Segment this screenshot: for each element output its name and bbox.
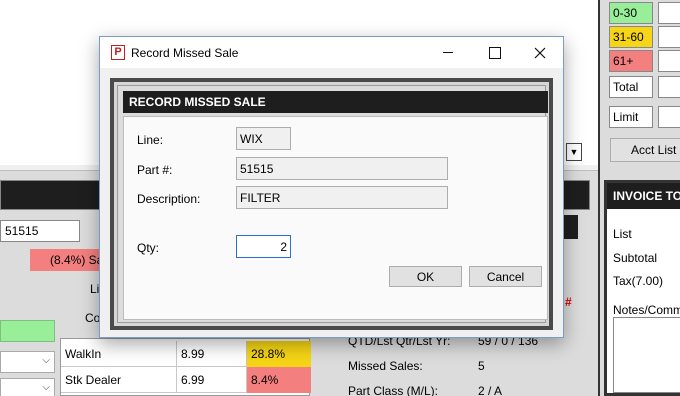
status-indicator <box>0 320 55 342</box>
dialog-inner-frame: RECORD MISSED SALE Line: WIX Part #: 515… <box>117 85 548 323</box>
line-label: Line: <box>137 133 164 147</box>
invoice-list-label: List <box>613 227 632 241</box>
close-icon <box>534 47 546 59</box>
dialog-title: Record Missed Sale <box>131 46 239 60</box>
margin-value: 8.4% <box>247 367 311 393</box>
description-field: FILTER <box>236 186 448 209</box>
invoice-panel: INVOICE TO List Subtotal Tax(7.00) Notes… <box>604 180 680 396</box>
invoice-subtotal-label: Subtotal <box>613 251 658 265</box>
limit-value <box>658 106 680 128</box>
record-missed-sale-dialog: P Record Missed Sale RECORD MISSED SALE … <box>99 36 564 338</box>
app-logo-icon: P <box>111 45 125 60</box>
price-type: Stk Dealer <box>61 367 177 393</box>
minimize-button[interactable] <box>425 37 471 68</box>
total-label: Total <box>609 76 653 98</box>
cancel-button[interactable]: Cancel <box>469 266 542 287</box>
dialog-titlebar[interactable]: P Record Missed Sale <box>100 37 563 68</box>
chevron-down-icon: ⌵ <box>42 382 50 393</box>
hash-mark: # <box>565 295 572 309</box>
aging-0-30: 0-30 <box>609 2 653 24</box>
dialog-form: Line: WIX Part #: 51515 Description: FIL… <box>123 116 548 320</box>
label-fragment-li: Li <box>90 282 100 296</box>
account-panel: 0-30 31-60 61+ Total Limit Acct List INV… <box>598 0 680 396</box>
scroll-down-arrow[interactable]: ▼ <box>566 143 582 161</box>
info-value-class: 2 / A <box>478 384 503 396</box>
part-number-label: Part #: <box>137 163 173 177</box>
aging-61-plus-value <box>658 50 680 72</box>
dialog-frame: RECORD MISSED SALE Line: WIX Part #: 515… <box>110 78 553 330</box>
price-type: WalkIn <box>61 341 177 367</box>
limit-label: Limit <box>609 106 653 128</box>
price-table: WalkIn 8.99 28.8% Stk Dealer 6.99 8.4% <box>60 338 311 396</box>
dropdown-1[interactable]: ⌵ <box>0 351 55 373</box>
qty-label: Qty: <box>137 241 160 255</box>
description-label: Description: <box>137 192 201 206</box>
maximize-button[interactable] <box>471 37 517 68</box>
chevron-down-icon: ⌵ <box>42 355 50 366</box>
panel-header-edge <box>563 215 578 239</box>
price-value: 8.99 <box>177 341 247 367</box>
aging-61-plus: 61+ <box>609 50 653 72</box>
dropdown-2[interactable]: ⌵ <box>0 378 55 396</box>
aging-31-60-value <box>658 26 680 48</box>
part-number-field: 51515 <box>236 157 448 180</box>
aging-0-30-value <box>658 2 680 24</box>
price-value: 6.99 <box>177 367 247 393</box>
info-value-missed: 5 <box>478 359 485 373</box>
aging-31-60: 31-60 <box>609 26 653 48</box>
notes-label: Notes/Comm <box>613 303 680 317</box>
ok-button[interactable]: OK <box>389 266 462 287</box>
total-value <box>658 76 680 98</box>
table-row[interactable]: WalkIn 8.99 28.8% <box>61 341 311 367</box>
table-row[interactable]: Stk Dealer 6.99 8.4% <box>61 367 311 393</box>
qty-input[interactable] <box>236 235 291 258</box>
info-label-missed: Missed Sales: <box>348 359 423 373</box>
margin-value: 28.8% <box>247 341 311 367</box>
info-label-class: Part Class (M/L): <box>348 384 439 396</box>
app-window: ▼ 51515 (8.4%) Sa Li Co ⌵ ⌵ WalkIn 8.99 … <box>0 0 680 396</box>
notes-textarea[interactable] <box>613 317 680 393</box>
line-field: WIX <box>236 127 291 150</box>
part-number-field[interactable]: 51515 <box>0 220 80 242</box>
close-button[interactable] <box>517 37 563 68</box>
dialog-header: RECORD MISSED SALE <box>123 91 548 113</box>
invoice-header: INVOICE TO <box>607 183 680 209</box>
acct-list-button[interactable]: Acct List <box>610 138 680 162</box>
invoice-tax-label: Tax(7.00) <box>613 274 664 288</box>
